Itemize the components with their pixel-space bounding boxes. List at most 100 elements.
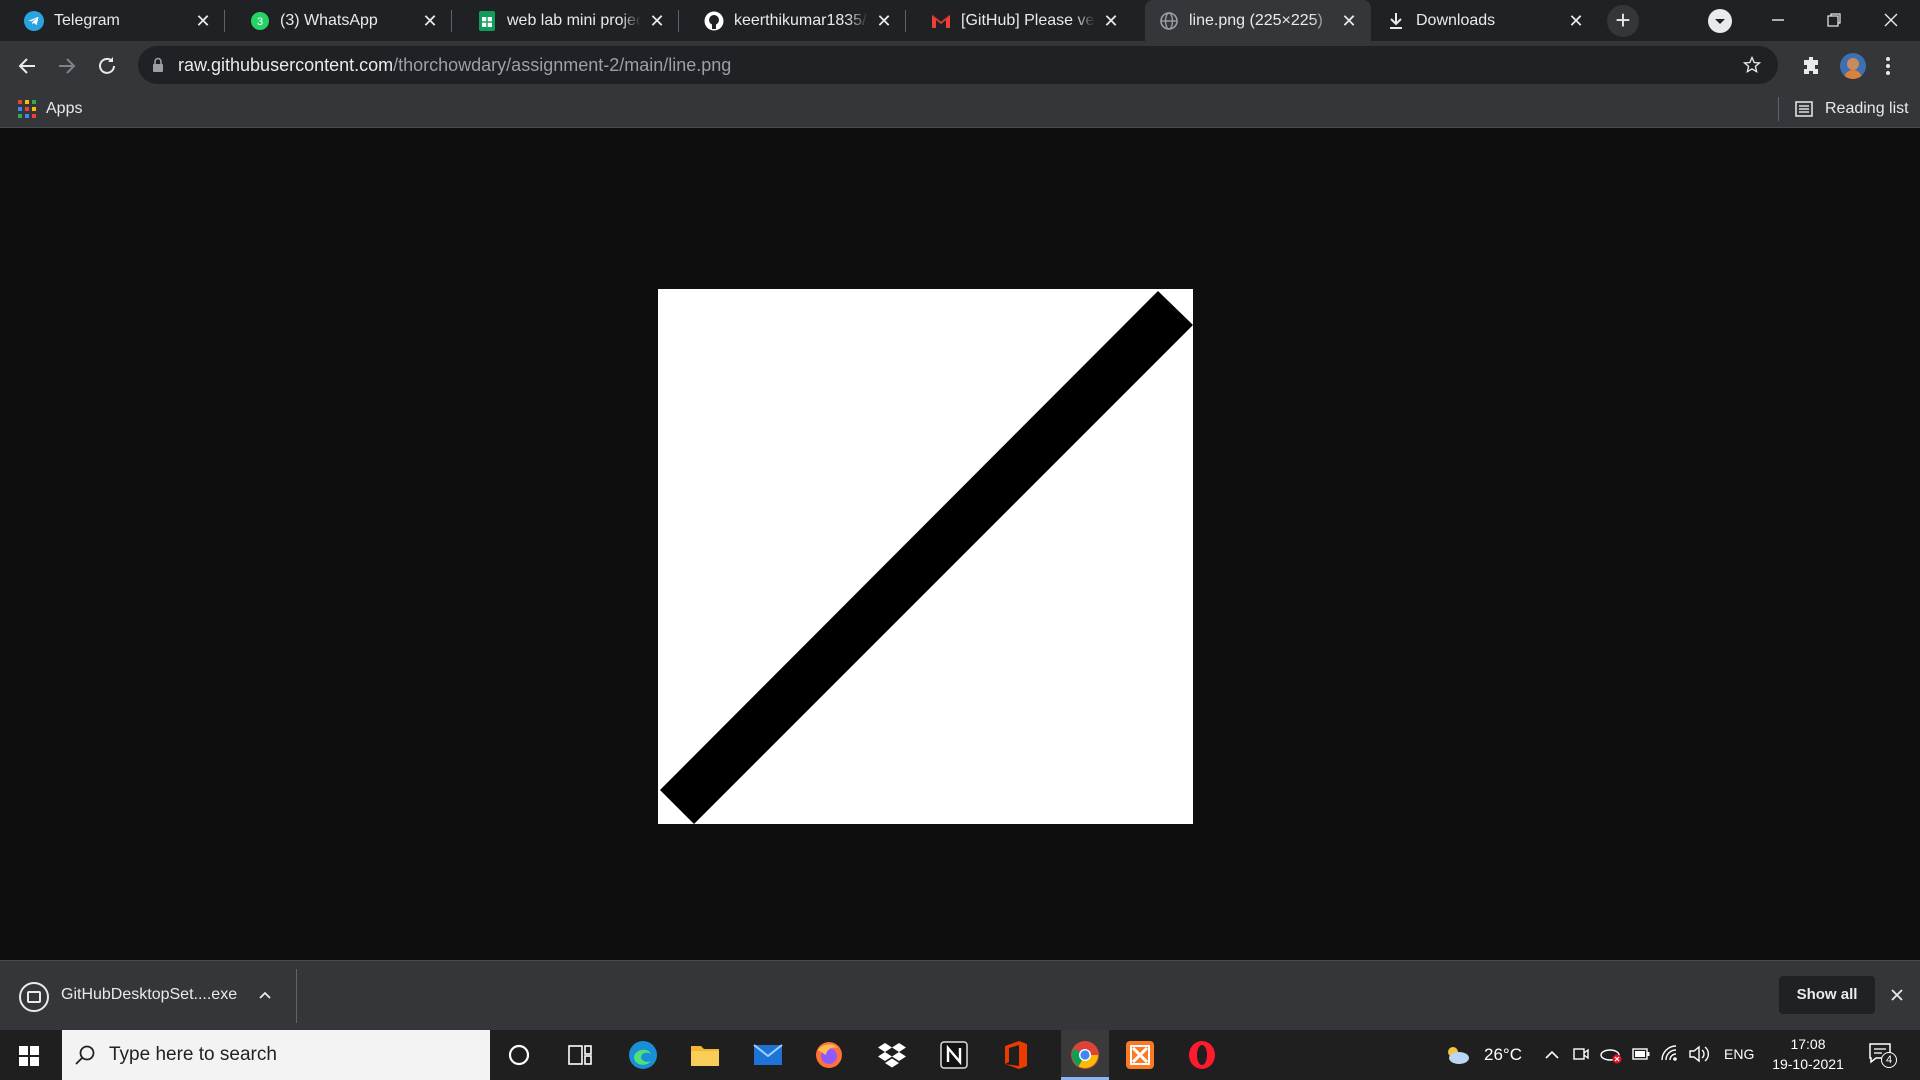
cortana-icon[interactable] — [502, 1038, 536, 1072]
address-bar[interactable]: raw.githubusercontent.com/thorchowdary/a… — [138, 46, 1778, 84]
window-controls — [1760, 0, 1920, 41]
forward-icon[interactable] — [56, 55, 78, 77]
url-host: raw.githubusercontent.com — [178, 55, 394, 75]
notification-count-badge: 4 — [1881, 1052, 1897, 1068]
tab-title: Downloads — [1416, 11, 1496, 29]
globe-icon — [1159, 11, 1179, 31]
show-all-button[interactable]: Show all — [1779, 976, 1875, 1014]
menu-kebab-icon[interactable] — [1884, 55, 1892, 77]
tab-sheets[interactable]: web lab mini project t ✕ — [453, 0, 679, 41]
notion-icon[interactable] — [937, 1038, 971, 1072]
opera-icon[interactable] — [1185, 1038, 1219, 1072]
apps-grid-icon — [18, 100, 36, 118]
firefox-icon[interactable] — [812, 1038, 846, 1072]
clock-time: 17:08 — [1790, 1036, 1826, 1052]
meet-now-icon[interactable] — [1572, 1045, 1590, 1063]
close-tab-icon[interactable]: ✕ — [193, 11, 213, 31]
tab-whatsapp[interactable]: 3 (3) WhatsApp ✕ — [226, 0, 452, 41]
new-tab-button[interactable]: + — [1607, 5, 1639, 37]
page-viewport — [0, 128, 1920, 960]
chevron-up-icon[interactable] — [258, 990, 272, 1000]
tab-strip: Telegram ✕ 3 (3) WhatsApp ✕ web lab mini… — [0, 0, 1920, 41]
clock[interactable]: 17:08 19-10-2021 — [1766, 1032, 1850, 1078]
download-bar: GitHubDesktopSet....exe Show all — [0, 960, 1920, 1030]
diagonal-line-graphic — [660, 291, 1193, 824]
mail-icon[interactable] — [751, 1038, 785, 1072]
tab-downloads[interactable]: Downloads ✕ — [1372, 0, 1598, 41]
close-tab-icon[interactable]: ✕ — [647, 11, 667, 31]
close-window-icon[interactable] — [1882, 11, 1900, 29]
download-file-name: GitHubDesktopSet....exe — [61, 986, 238, 1003]
tab-title: [GitHub] Please verify — [961, 11, 1095, 29]
onedrive-error-icon[interactable] — [1600, 1045, 1622, 1065]
close-tab-icon[interactable]: ✕ — [874, 11, 894, 31]
tab-title: web lab mini project t — [507, 11, 641, 29]
tab-title: line.png (225×225) — [1189, 11, 1323, 29]
svg-text:3: 3 — [257, 16, 263, 28]
tab-title: keerthikumar1835/Ass — [734, 11, 868, 29]
weather-temperature[interactable]: 26°C — [1484, 1045, 1522, 1065]
close-tab-icon[interactable]: ✕ — [1339, 11, 1359, 31]
bookmarks-bar: Apps Reading list — [0, 90, 1920, 128]
office-icon[interactable] — [999, 1038, 1033, 1072]
file-explorer-icon[interactable] — [688, 1038, 722, 1072]
battery-icon[interactable] — [1632, 1047, 1650, 1061]
displayed-image[interactable] — [658, 289, 1193, 824]
tab-gmail[interactable]: [GitHub] Please verify ✕ — [907, 0, 1133, 41]
chrome-icon[interactable] — [1061, 1030, 1109, 1080]
tab-title: Telegram — [54, 11, 120, 29]
tab-search-button[interactable] — [1708, 9, 1732, 33]
bookmark-star-icon[interactable] — [1742, 55, 1762, 75]
sheets-icon — [477, 10, 497, 31]
search-placeholder: Type here to search — [109, 1044, 277, 1065]
apps-label: Apps — [46, 100, 83, 117]
telegram-icon — [24, 10, 44, 31]
taskbar-search-box[interactable]: Type here to search — [62, 1030, 490, 1080]
lock-icon[interactable] — [152, 57, 164, 73]
task-view-icon[interactable] — [563, 1038, 597, 1072]
close-tab-icon[interactable]: ✕ — [1101, 11, 1121, 31]
apps-shortcut[interactable]: Apps — [18, 98, 82, 120]
download-file-icon — [19, 982, 49, 1012]
xampp-icon[interactable] — [1123, 1038, 1157, 1072]
tab-line-png[interactable]: line.png (225×225) ✕ — [1145, 0, 1371, 41]
restore-icon[interactable] — [1826, 12, 1842, 28]
reading-list-label: Reading list — [1825, 100, 1909, 117]
chevron-down-icon — [1715, 19, 1725, 24]
reload-icon[interactable] — [96, 55, 118, 77]
toolbar: raw.githubusercontent.com/thorchowdary/a… — [0, 41, 1920, 90]
volume-icon[interactable] — [1688, 1044, 1710, 1064]
gmail-icon — [931, 11, 951, 31]
windows-start-icon[interactable] — [19, 1046, 39, 1066]
diagonal-line — [660, 291, 1193, 824]
download-item[interactable]: GitHubDesktopSet....exe — [0, 961, 296, 1030]
dropbox-icon[interactable] — [875, 1038, 909, 1072]
divider — [296, 969, 297, 1023]
profile-avatar[interactable] — [1840, 53, 1866, 79]
minimize-icon[interactable] — [1770, 12, 1786, 28]
url-text: raw.githubusercontent.com/thorchowdary/a… — [178, 46, 731, 84]
tab-github[interactable]: keerthikumar1835/Ass ✕ — [680, 0, 906, 41]
windows-taskbar: Type here to search 26°C ENG 17:08 19-10… — [0, 1030, 1920, 1080]
whatsapp-icon: 3 — [250, 11, 270, 31]
chevron-up-icon[interactable] — [1544, 1048, 1560, 1060]
download-icon — [1386, 11, 1406, 31]
edge-icon[interactable] — [626, 1038, 660, 1072]
wifi-icon[interactable] — [1660, 1044, 1680, 1064]
input-language[interactable]: ENG — [1724, 1046, 1754, 1062]
reading-list-icon — [1795, 101, 1813, 117]
search-icon — [75, 1045, 95, 1065]
github-icon — [704, 11, 724, 31]
reading-list-button[interactable]: Reading list — [1795, 98, 1909, 120]
url-path: /thorchowdary/assignment-2/main/line.png — [393, 55, 732, 75]
close-tab-icon[interactable]: ✕ — [1566, 11, 1586, 31]
close-download-bar-icon[interactable] — [1890, 988, 1904, 1002]
close-tab-icon[interactable]: ✕ — [420, 11, 440, 31]
notification-center-button[interactable]: 4 — [1868, 1042, 1898, 1070]
extensions-icon[interactable] — [1800, 55, 1822, 77]
tab-title: (3) WhatsApp — [280, 11, 378, 29]
divider — [1778, 97, 1779, 121]
back-icon[interactable] — [16, 55, 38, 77]
weather-icon[interactable] — [1444, 1044, 1470, 1066]
tab-telegram[interactable]: Telegram ✕ — [0, 0, 225, 41]
